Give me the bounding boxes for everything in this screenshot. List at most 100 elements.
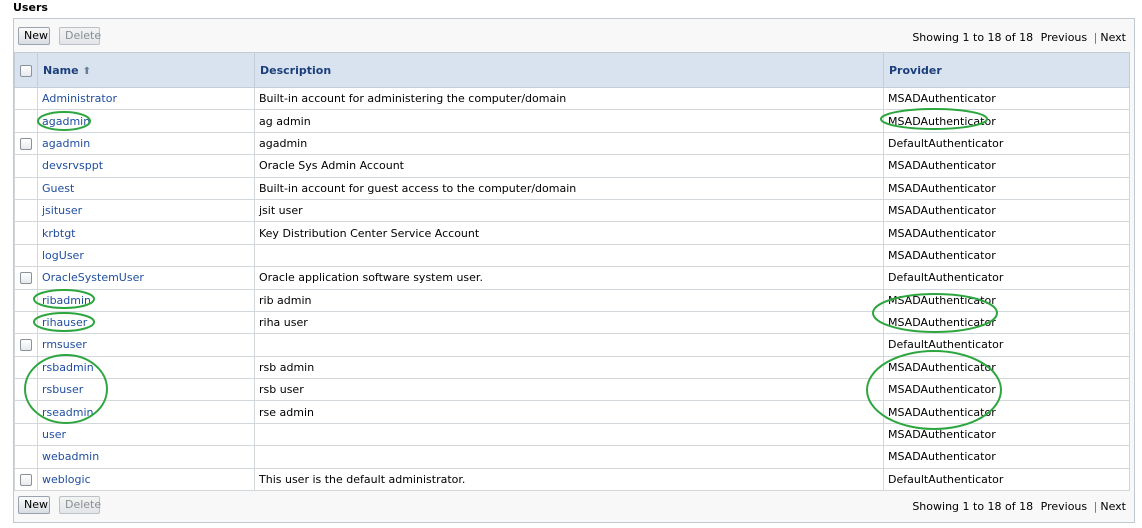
pagination-bottom: Showing 1 to 18 of 18 Previous | Next xyxy=(908,500,1126,513)
user-description: This user is the default administrator. xyxy=(254,467,884,492)
delete-button[interactable]: Delete xyxy=(59,27,101,45)
table-row[interactable]: rihauser riha user MSADAuthenticator xyxy=(14,310,1130,335)
user-name-link[interactable]: rseadmin xyxy=(37,400,255,424)
row-checkbox[interactable] xyxy=(20,272,32,285)
user-name-link[interactable]: agadmin xyxy=(37,109,255,133)
user-name-link[interactable]: Guest xyxy=(37,176,255,200)
users-table: Name ⬆︎ Description Provider Administrato… xyxy=(14,52,1130,492)
table-row[interactable]: webadmin MSADAuthenticator xyxy=(14,445,1130,469)
select-all-header xyxy=(14,52,38,88)
user-description: Key Distribution Center Service Account xyxy=(254,221,884,245)
row-select-cell xyxy=(14,333,38,357)
column-header-name-label: Name xyxy=(43,63,79,77)
previous-link-bottom[interactable]: Previous xyxy=(1041,500,1088,513)
row-select-cell xyxy=(14,355,38,380)
user-description: rib admin xyxy=(254,288,884,312)
user-description: Built-in account for administering the c… xyxy=(254,86,884,111)
user-name-link[interactable]: webadmin xyxy=(37,445,255,469)
pagination: Showing 1 to 18 of 18 Previous | Next xyxy=(908,31,1126,44)
table-row[interactable]: ribadmin rib admin MSADAuthenticator xyxy=(14,288,1130,312)
user-name-link[interactable]: rmsuser xyxy=(37,333,255,357)
table-row[interactable]: devsrvsppt Oracle Sys Admin Account MSADAu… xyxy=(14,154,1130,178)
table-row[interactable]: agadmin ag admin MSADAuthenticator xyxy=(14,109,1130,133)
top-toolbar: New Delete Showing 1 to 18 of 18 Previou… xyxy=(13,22,1135,52)
user-name-link[interactable]: OracleSystemUser xyxy=(37,266,255,290)
row-select-cell xyxy=(14,198,38,223)
next-link[interactable]: Next xyxy=(1100,31,1126,44)
next-link-bottom[interactable]: Next xyxy=(1100,500,1126,513)
user-name-link[interactable]: user xyxy=(37,422,255,447)
table-row[interactable]: user MSADAuthenticator xyxy=(14,422,1130,447)
table-row[interactable]: OracleSystemUser Oracle application softw… xyxy=(14,266,1130,290)
row-select-cell xyxy=(14,109,38,133)
sort-ascending-icon[interactable]: ⬆︎ xyxy=(83,66,91,77)
delete-button-bottom[interactable]: Delete xyxy=(59,496,101,514)
user-provider: MSADAuthenticator xyxy=(883,422,1130,447)
user-name-link[interactable]: krbtgt xyxy=(37,221,255,245)
column-header-description: Description xyxy=(254,52,884,88)
showing-text-bottom: Showing 1 to 18 of 18 xyxy=(912,500,1034,513)
user-provider: MSADAuthenticator xyxy=(883,310,1130,335)
user-provider: MSADAuthenticator xyxy=(883,176,1130,200)
table-row[interactable]: krbtgt Key Distribution Center Service Ac… xyxy=(14,221,1130,245)
user-name-link[interactable]: weblogic xyxy=(37,467,255,492)
select-all-checkbox[interactable] xyxy=(20,64,32,77)
row-select-cell xyxy=(14,176,38,200)
row-select-cell xyxy=(14,131,38,156)
row-checkbox[interactable] xyxy=(20,339,32,352)
table-row[interactable]: weblogic This user is the default adminis… xyxy=(14,467,1130,492)
bottom-toolbar: New Delete Showing 1 to 18 of 18 Previou… xyxy=(13,491,1135,521)
user-name-link[interactable]: devsrvsppt xyxy=(37,154,255,178)
column-header-name[interactable]: Name ⬆︎ xyxy=(37,52,255,88)
user-provider: MSADAuthenticator xyxy=(883,109,1130,133)
table-row[interactable]: rmsuser DefaultAuthenticator xyxy=(14,333,1130,357)
user-provider: MSADAuthenticator xyxy=(883,355,1130,380)
table-row[interactable]: agadmin agadmin DefaultAuthenticator xyxy=(14,131,1130,156)
user-provider: MSADAuthenticator xyxy=(883,86,1130,111)
user-description xyxy=(254,243,884,268)
row-select-cell xyxy=(14,400,38,424)
user-provider: DefaultAuthenticator xyxy=(883,266,1130,290)
user-provider: DefaultAuthenticator xyxy=(883,333,1130,357)
row-select-cell xyxy=(14,243,38,268)
table-row[interactable]: logUser MSADAuthenticator xyxy=(14,243,1130,268)
table-header-row: Name ⬆︎ Description Provider xyxy=(14,52,1130,88)
pager-separator: | xyxy=(1093,31,1098,44)
table-row[interactable]: rsbadmin rsb admin MSADAuthenticator xyxy=(14,355,1130,380)
table-row[interactable]: jsituser jsit user MSADAuthenticator xyxy=(14,198,1130,223)
row-select-cell xyxy=(14,86,38,111)
user-name-link[interactable]: ribadmin xyxy=(37,288,255,312)
user-name-link[interactable]: rihauser xyxy=(37,310,255,335)
user-description xyxy=(254,422,884,447)
row-checkbox[interactable] xyxy=(20,137,32,150)
user-description: riha user xyxy=(254,310,884,335)
row-select-cell xyxy=(14,422,38,447)
row-checkbox[interactable] xyxy=(20,473,32,486)
previous-link[interactable]: Previous xyxy=(1041,31,1088,44)
user-name-link[interactable]: Administrator xyxy=(37,86,255,111)
new-button-bottom[interactable]: New xyxy=(18,496,50,514)
table-row[interactable]: Guest Built-in account for guest access t… xyxy=(14,176,1130,200)
user-name-link[interactable]: rsbadmin xyxy=(37,355,255,380)
user-provider: MSADAuthenticator xyxy=(883,221,1130,245)
user-name-link[interactable]: rsbuser xyxy=(37,378,255,402)
user-provider: MSADAuthenticator xyxy=(883,288,1130,312)
row-select-cell xyxy=(14,467,38,492)
user-name-link[interactable]: jsituser xyxy=(37,198,255,223)
showing-text: Showing 1 to 18 of 18 xyxy=(912,31,1034,44)
row-select-cell xyxy=(14,310,38,335)
table-row[interactable]: rseadmin rse admin MSADAuthenticator xyxy=(14,400,1130,424)
row-select-cell xyxy=(14,266,38,290)
new-button[interactable]: New xyxy=(18,27,50,45)
user-provider: MSADAuthenticator xyxy=(883,445,1130,469)
user-description: Built-in account for guest access to the… xyxy=(254,176,884,200)
user-description: ag admin xyxy=(254,109,884,133)
user-name-link[interactable]: logUser xyxy=(37,243,255,268)
table-row[interactable]: rsbuser rsb user MSADAuthenticator xyxy=(14,378,1130,402)
user-description xyxy=(254,333,884,357)
table-row[interactable]: Administrator Built-in account for admini… xyxy=(14,86,1130,111)
user-name-link[interactable]: agadmin xyxy=(37,131,255,156)
row-select-cell xyxy=(14,378,38,402)
user-description: rse admin xyxy=(254,400,884,424)
page-title: Users xyxy=(13,1,48,14)
